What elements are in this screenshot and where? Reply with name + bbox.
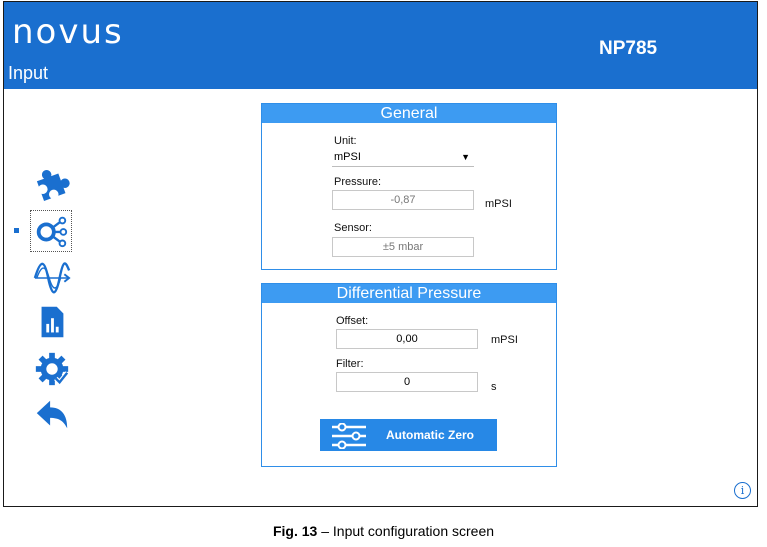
- app-header: novus Input NP785: [4, 2, 757, 89]
- differential-panel: Differential Pressure Offset: 0,00 mPSI …: [261, 283, 557, 467]
- sidebar-item-puzzle[interactable]: [32, 162, 72, 202]
- sensor-field: ±5 mbar: [332, 237, 474, 257]
- filter-unit: s: [491, 381, 497, 393]
- sliders-icon: [332, 423, 366, 449]
- pressure-label: Pressure:: [334, 176, 382, 188]
- sidebar-item-report[interactable]: [32, 302, 72, 342]
- sidebar-item-signal[interactable]: [32, 258, 72, 298]
- sidebar-item-back[interactable]: [32, 395, 72, 435]
- figure-caption-text: – Input configuration screen: [317, 523, 495, 539]
- offset-input[interactable]: 0,00: [336, 329, 478, 349]
- offset-unit: mPSI: [491, 334, 518, 346]
- pressure-unit: mPSI: [485, 198, 512, 210]
- back-arrow-icon: [36, 400, 68, 429]
- filter-label: Filter:: [336, 358, 364, 370]
- input-nodes-icon: [36, 216, 68, 248]
- unit-select[interactable]: mPSI ▼: [332, 148, 474, 167]
- device-model: NP785: [599, 38, 658, 59]
- general-panel: General Unit: mPSI ▼ Pressure: -0,87 mPS…: [261, 103, 557, 270]
- chevron-down-icon: ▼: [461, 152, 470, 162]
- automatic-zero-label: Automatic Zero: [386, 428, 475, 442]
- signal-wave-icon: [33, 262, 71, 294]
- figure-caption: Fig. 13 – Input configuration screen: [0, 523, 767, 539]
- unit-label: Unit:: [334, 135, 357, 147]
- novus-logo: novus: [12, 12, 124, 52]
- report-chart-icon: [41, 306, 64, 338]
- filter-input[interactable]: 0: [336, 372, 478, 392]
- gear-check-icon: [35, 352, 70, 386]
- sidebar-item-input[interactable]: [30, 210, 72, 252]
- pressure-field: -0,87: [332, 190, 474, 210]
- unit-select-value: mPSI: [334, 151, 361, 163]
- offset-label: Offset:: [336, 315, 369, 327]
- sensor-label: Sensor:: [334, 222, 372, 234]
- screen-title: Input: [8, 63, 49, 83]
- sidebar-item-settings[interactable]: [32, 349, 72, 389]
- puzzle-icon: [36, 169, 70, 201]
- general-panel-title: General: [262, 104, 556, 123]
- automatic-zero-button[interactable]: Automatic Zero: [320, 419, 497, 451]
- differential-panel-title: Differential Pressure: [262, 284, 556, 303]
- info-icon[interactable]: i: [734, 482, 751, 499]
- selected-indicator: [14, 228, 19, 233]
- figure-number: Fig. 13: [272, 523, 318, 539]
- app-window: novus Input NP785 General Unit: mPSI ▼ P…: [3, 1, 758, 507]
